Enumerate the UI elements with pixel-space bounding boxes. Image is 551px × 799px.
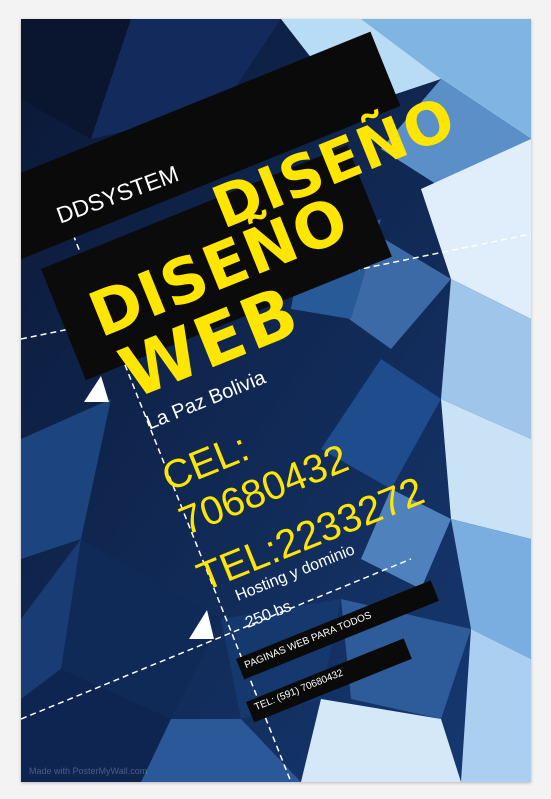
watermark: Made with PosterMyWall.com xyxy=(29,766,148,776)
poster: DDSYSTEM DISEÑO DISEÑO WEB La Paz Bolivi… xyxy=(21,19,531,782)
